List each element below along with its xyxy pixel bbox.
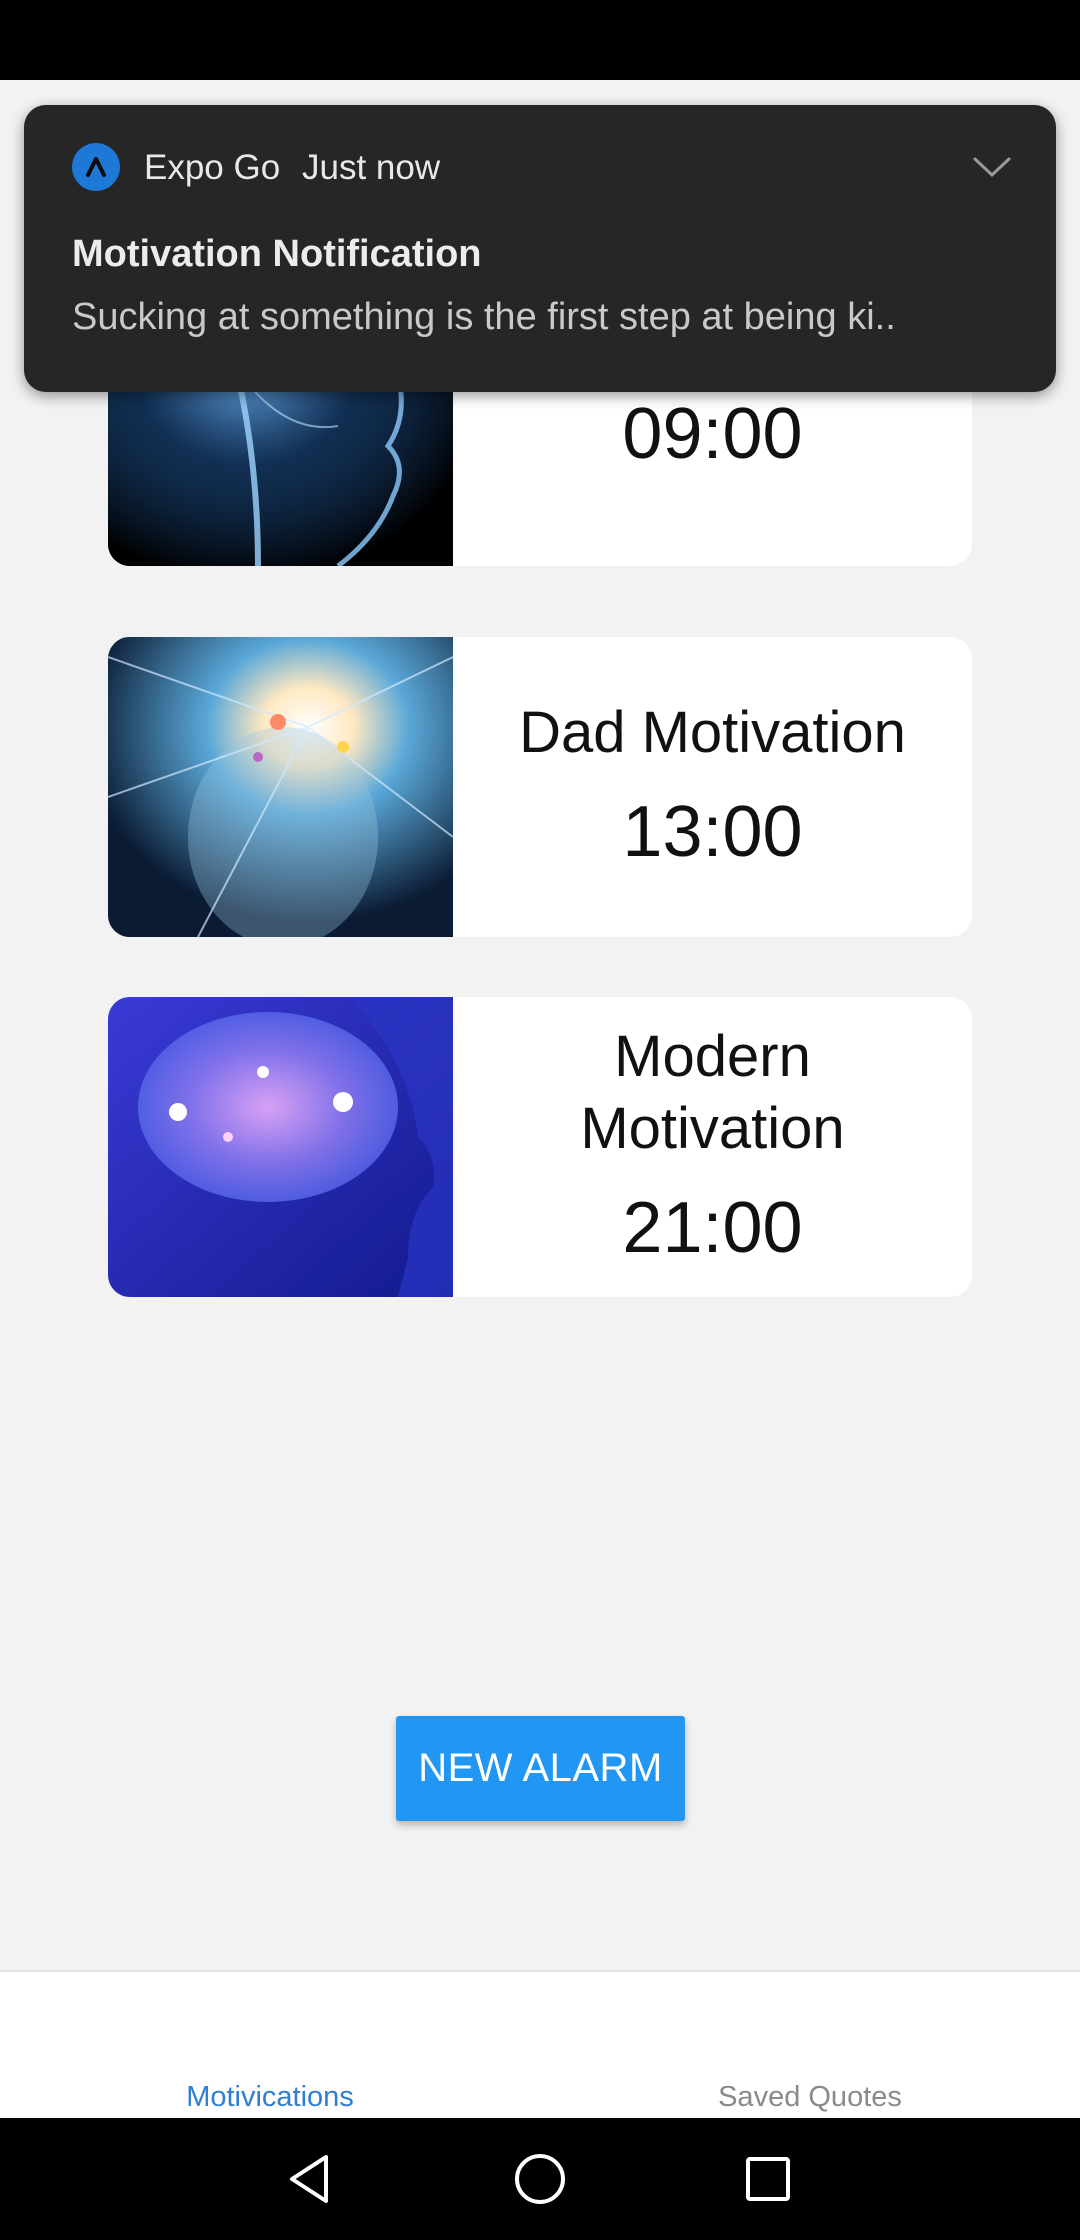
bottom-tab-bar: Motivications Saved Quotes (0, 1970, 1080, 2120)
tab-saved-quotes[interactable]: Saved Quotes (540, 1972, 1080, 2120)
alarm-time: 21:00 (622, 1188, 803, 1268)
alarm-card[interactable]: Modern Motivation 21:00 (108, 997, 972, 1297)
neon-brain-image (108, 997, 453, 1297)
notification-time: Just now (302, 148, 441, 187)
push-notification[interactable]: Expo Go Just now Motivation Notification… (24, 105, 1056, 392)
tab-label: Motivications (186, 2081, 354, 2113)
alarm-info: Modern Motivation 21:00 (453, 997, 972, 1297)
back-icon[interactable] (274, 2143, 346, 2215)
notification-title: Motivation Notification (72, 233, 482, 275)
alarm-card[interactable]: Dad Motivation 13:00 (108, 637, 972, 937)
alarm-title: Dad Motivation (519, 700, 906, 765)
alarm-info: Dad Motivation 13:00 (453, 637, 972, 937)
system-navigation-bar (0, 2118, 1080, 2240)
recents-icon[interactable] (732, 2143, 804, 2215)
notification-body: Sucking at something is the first step a… (72, 296, 896, 338)
alarm-time: 13:00 (622, 792, 803, 872)
glowing-head-image (108, 637, 453, 937)
status-bar (0, 0, 1080, 80)
notification-app-name: Expo Go (144, 148, 281, 187)
tab-motivications[interactable]: Motivications (0, 1972, 540, 2120)
home-icon[interactable] (504, 2143, 576, 2215)
tab-label: Saved Quotes (718, 2081, 902, 2113)
new-alarm-button[interactable]: NEW ALARM (396, 1716, 685, 1821)
alarm-title: Modern Motivation (580, 1024, 845, 1161)
chevron-down-icon[interactable] (964, 143, 1020, 191)
expo-app-icon (72, 143, 120, 191)
alarm-time: 09:00 (622, 394, 803, 474)
